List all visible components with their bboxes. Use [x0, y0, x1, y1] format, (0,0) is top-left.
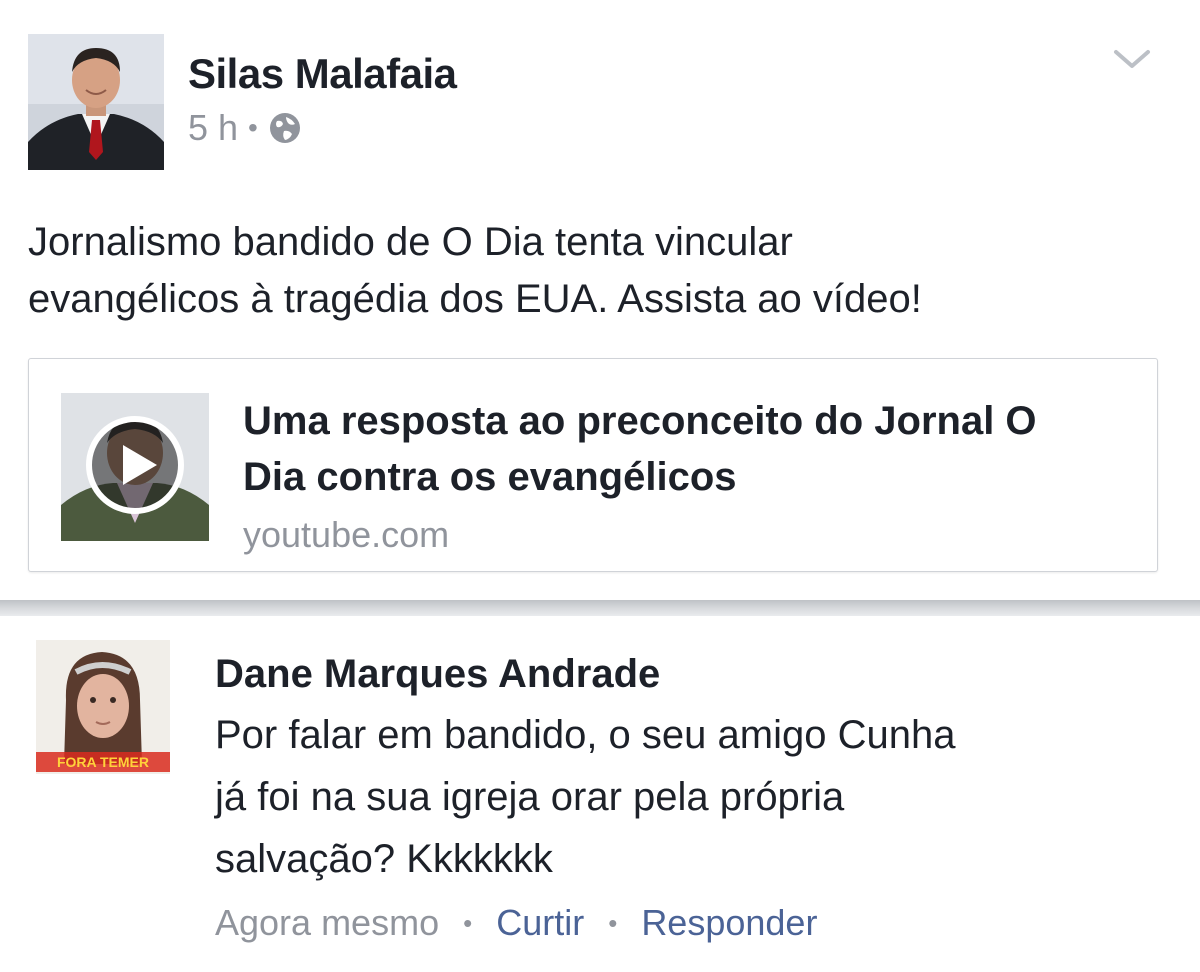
link-title-line: Dia contra os evangélicos [243, 455, 737, 499]
play-icon[interactable] [89, 419, 181, 511]
action-separator: • [463, 908, 473, 938]
meta-separator: • [248, 112, 258, 143]
comment-author-avatar[interactable]: FORA TEMER [36, 640, 170, 774]
post-timestamp[interactable]: 5 h [188, 107, 238, 149]
post-card: Silas Malafaia 5 h • Jornalismo bandido … [0, 0, 1200, 600]
comment-text-line: já foi na sua igreja orar pela própria [215, 775, 845, 819]
comment-text: Por falar em bandido, o seu amigo Cunha … [215, 704, 1155, 890]
video-thumbnail[interactable] [61, 393, 209, 541]
post-author-name[interactable]: Silas Malafaia [188, 50, 457, 98]
comment-actions: Agora mesmo • Curtir • Responder [215, 902, 817, 944]
action-separator: • [608, 908, 618, 938]
globe-icon [268, 111, 302, 145]
comment-text-line: salvação? Kkkkkkk [215, 837, 553, 881]
like-button[interactable]: Curtir [496, 902, 584, 944]
comment-text-line: Por falar em bandido, o seu amigo Cunha [215, 713, 956, 757]
chevron-down-icon[interactable] [1112, 44, 1152, 74]
post-meta: 5 h • [188, 107, 302, 149]
svg-text:FORA TEMER: FORA TEMER [57, 754, 149, 770]
facebook-post-screen: Silas Malafaia 5 h • Jornalismo bandido … [0, 0, 1200, 972]
comment-timestamp[interactable]: Agora mesmo [215, 902, 439, 944]
comment-author-name[interactable]: Dane Marques Andrade [215, 650, 660, 698]
link-title-line: Uma resposta ao preconceito do Jornal O [243, 399, 1037, 443]
link-preview-card[interactable]: Uma resposta ao preconceito do Jornal O … [28, 358, 1158, 572]
post-text: Jornalismo bandido de O Dia tenta vincul… [28, 214, 1178, 328]
post-text-line: evangélicos à tragédia dos EUA. Assista … [28, 277, 922, 321]
link-title[interactable]: Uma resposta ao preconceito do Jornal O … [243, 393, 1133, 505]
post-text-line: Jornalismo bandido de O Dia tenta vincul… [28, 220, 793, 264]
reply-button[interactable]: Responder [641, 902, 817, 944]
link-domain: youtube.com [243, 514, 450, 555]
avatar-portrait-image [28, 34, 164, 170]
section-divider [0, 600, 1200, 616]
comment: FORA TEMER Dane Marques Andrade Por fala… [0, 616, 1200, 972]
post-author-avatar[interactable] [28, 34, 164, 170]
